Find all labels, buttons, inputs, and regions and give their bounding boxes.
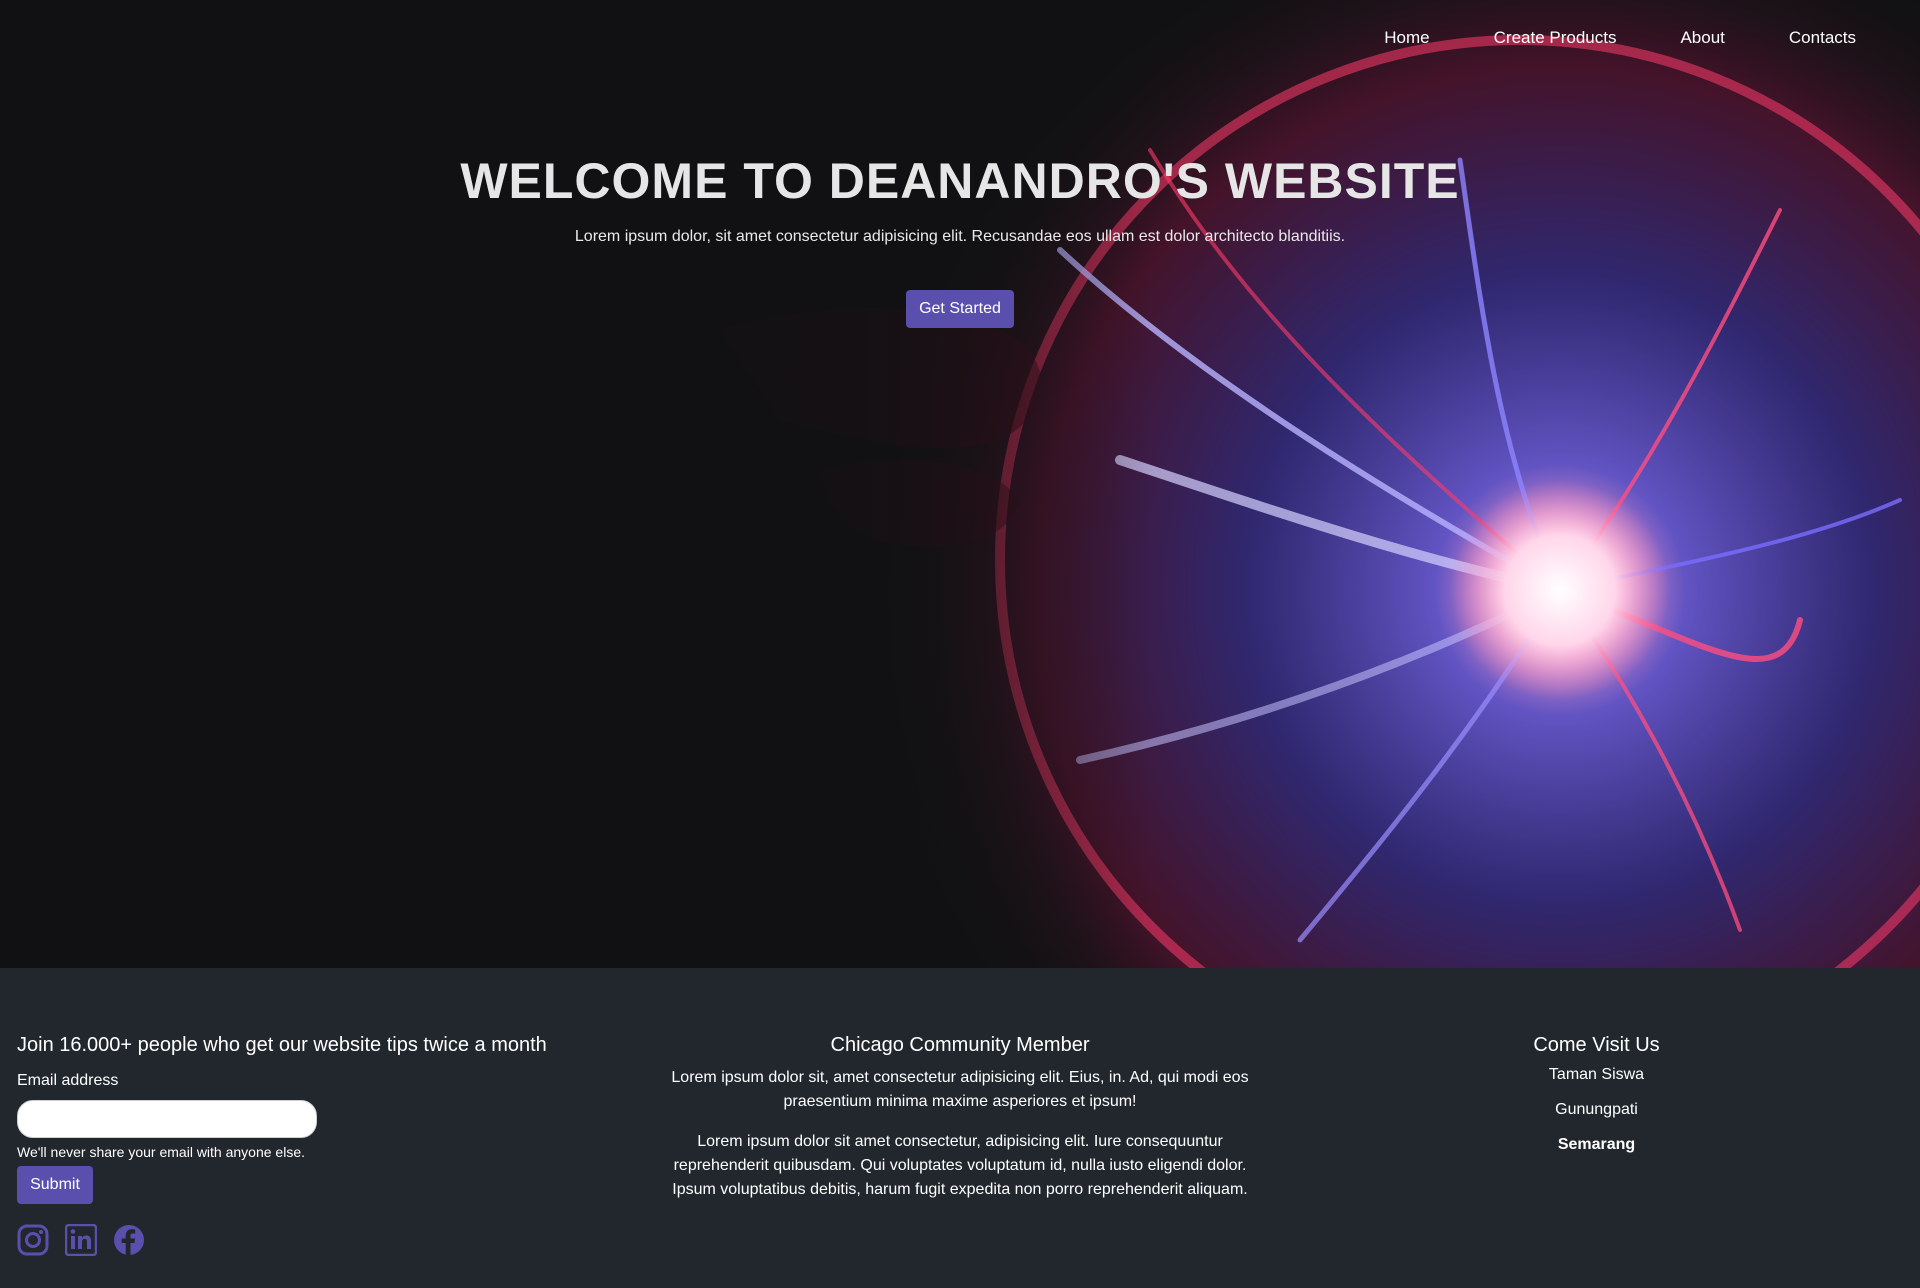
facebook-icon[interactable] bbox=[113, 1224, 145, 1256]
nav-contacts[interactable]: Contacts bbox=[1789, 28, 1856, 48]
nav-about[interactable]: About bbox=[1680, 28, 1724, 48]
plasma-ball-background-image bbox=[0, 0, 1920, 968]
email-input[interactable] bbox=[17, 1100, 317, 1138]
top-nav: Home Create Products About Contacts bbox=[1320, 28, 1856, 48]
location-item: Semarang bbox=[1557, 1136, 1636, 1153]
submit-button[interactable]: Submit bbox=[17, 1166, 93, 1204]
email-label: Email address bbox=[17, 1072, 119, 1089]
newsletter-heading: Join 16.000+ people who get our website … bbox=[17, 1034, 547, 1056]
visit-section: Come Visit Us Taman Siswa Gunungpati Sem… bbox=[1440, 1034, 1753, 1154]
community-heading: Chicago Community Member bbox=[830, 1034, 1090, 1056]
social-links bbox=[17, 1223, 617, 1257]
location-item: Taman Siswa bbox=[1548, 1066, 1645, 1083]
hero-title: WELCOME TO DEANANDRO'S WEBSITE bbox=[460, 153, 1460, 209]
location-item: Gunungpati bbox=[1555, 1101, 1638, 1118]
footer: Join 16.000+ people who get our website … bbox=[0, 968, 1920, 1288]
instagram-icon[interactable] bbox=[17, 1224, 49, 1256]
hero-subtitle: Lorem ipsum dolor, sit amet consectetur … bbox=[574, 228, 1346, 245]
community-section: Chicago Community Member Lorem ipsum dol… bbox=[660, 1034, 1260, 1202]
email-help-text: We'll never share your email with anyone… bbox=[17, 1144, 305, 1160]
visit-heading: Come Visit Us bbox=[1533, 1034, 1660, 1056]
nav-home[interactable]: Home bbox=[1384, 28, 1429, 48]
newsletter-section: Join 16.000+ people who get our website … bbox=[17, 1034, 617, 1257]
get-started-button[interactable]: Get Started bbox=[906, 290, 1014, 328]
nav-create-products[interactable]: Create Products bbox=[1494, 28, 1617, 48]
linkedin-icon[interactable] bbox=[64, 1223, 98, 1257]
community-paragraph-2: Lorem ipsum dolor sit amet consectetur, … bbox=[672, 1133, 1248, 1198]
hero-section: Home Create Products About Contacts WELC… bbox=[0, 0, 1920, 968]
community-paragraph-1: Lorem ipsum dolor sit, amet consectetur … bbox=[671, 1069, 1249, 1110]
